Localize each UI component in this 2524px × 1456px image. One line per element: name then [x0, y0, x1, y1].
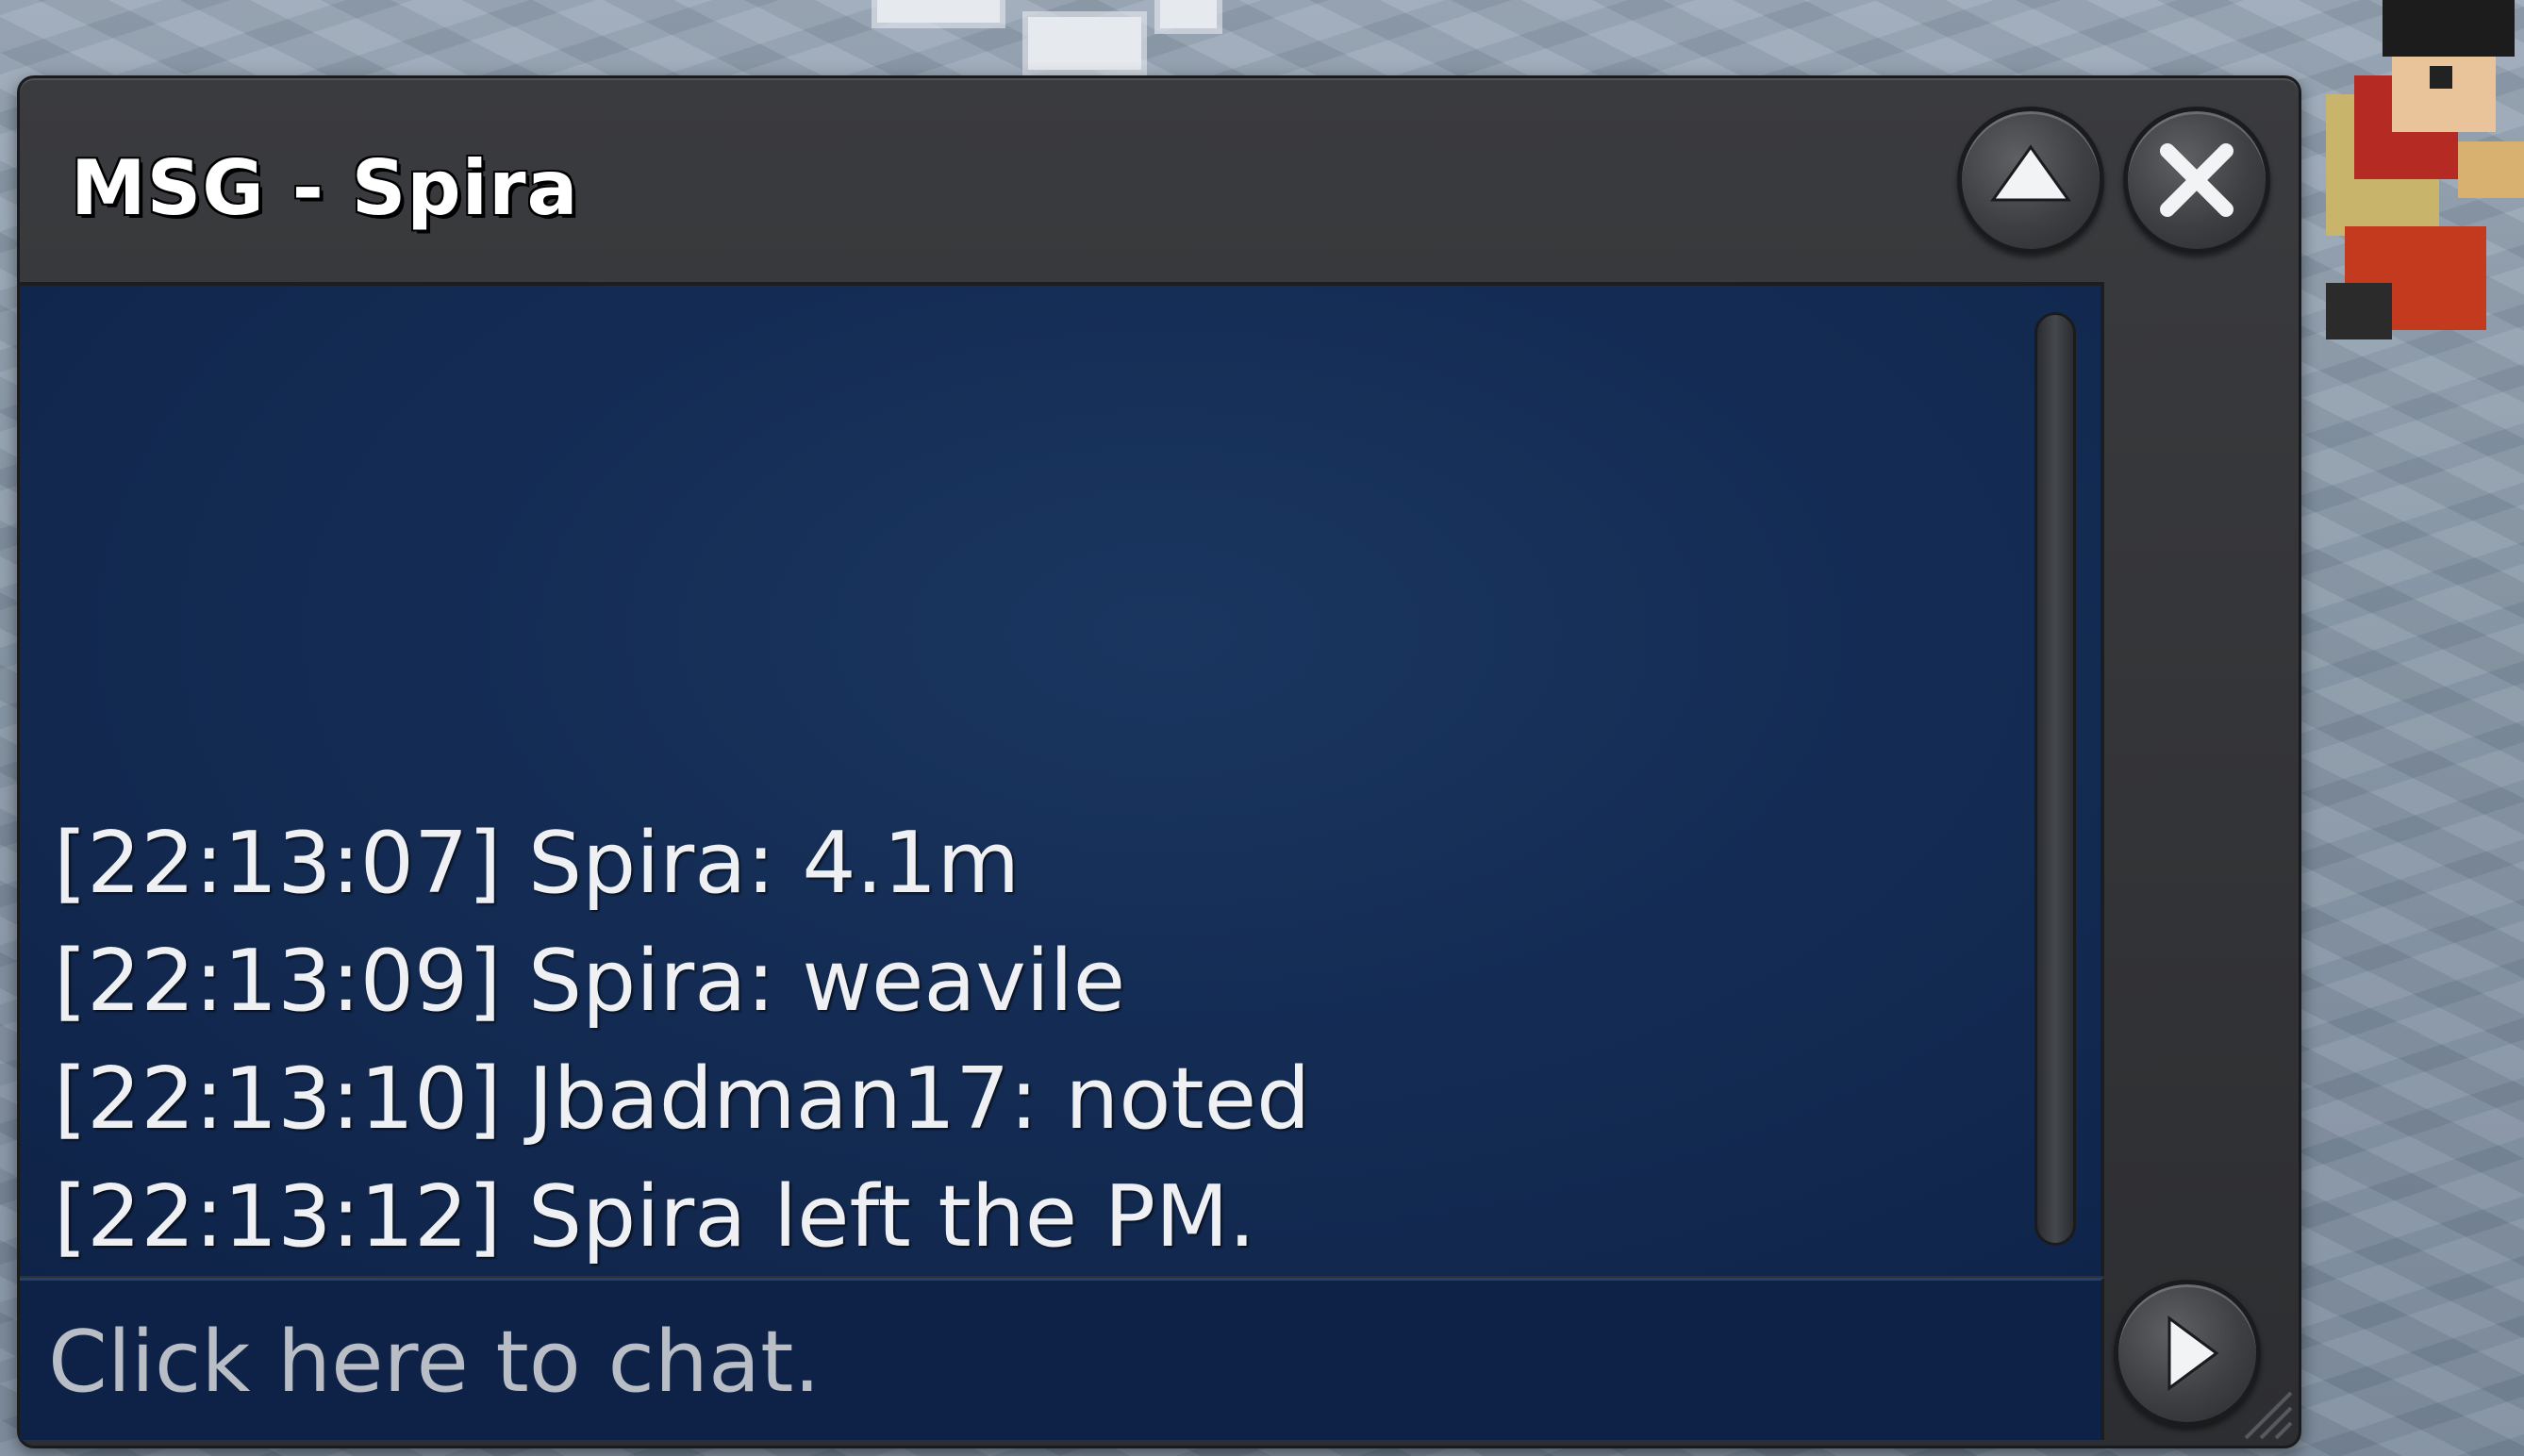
snow-tile: [1028, 17, 1141, 70]
message-scrollbar[interactable]: [2034, 312, 2076, 1246]
message-line: [22:13:09] Spira: weavile: [54, 932, 1126, 1031]
chevron-up-icon: [1990, 144, 2071, 202]
message-log: [22:13:07] Spira: 4.1m [22:13:09] Spira:…: [20, 286, 2104, 1276]
player-sprite[interactable]: [2288, 0, 2524, 339]
minimize-button[interactable]: [1957, 107, 2104, 254]
message-line: [22:13:07] Spira: 4.1m: [54, 814, 1021, 913]
close-button[interactable]: [2123, 107, 2270, 254]
message-list: [22:13:07] Spira: 4.1m [22:13:09] Spira:…: [54, 804, 1310, 1276]
message-line: [22:13:12] Spira left the PM.: [54, 1167, 1256, 1266]
chat-window: MSG - Spira [22:13:07] Spira: 4.1m [22:1…: [17, 75, 2301, 1448]
window-title: MSG - Spira: [71, 144, 579, 232]
message-line: [22:13:10] Jbadman17: noted: [54, 1050, 1311, 1149]
snow-tile: [877, 0, 1000, 23]
chat-input[interactable]: [48, 1301, 2067, 1422]
snow-tile: [1160, 0, 1217, 28]
resize-grip-icon[interactable]: [2236, 1383, 2293, 1440]
chat-input-area[interactable]: [20, 1278, 2104, 1440]
close-icon: [2160, 143, 2233, 217]
window-titlebar[interactable]: MSG - Spira: [20, 78, 2104, 286]
